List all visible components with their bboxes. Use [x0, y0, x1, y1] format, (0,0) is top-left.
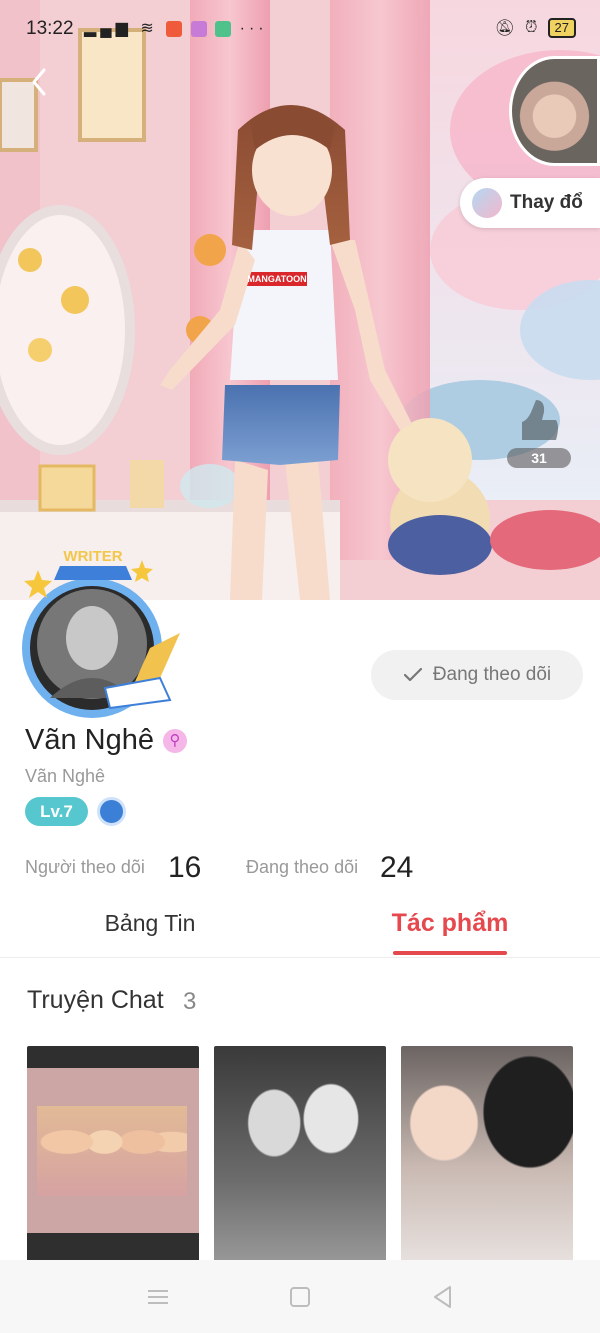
signal-icon: ▂▄▆: [84, 20, 132, 37]
divider: [0, 957, 600, 958]
story-cover: [214, 1046, 386, 1266]
system-navigation-bar: [0, 1260, 600, 1333]
clock: 13:22: [26, 18, 74, 39]
display-name: Vãn Nghê: [25, 724, 154, 756]
battery-indicator: 27: [547, 18, 576, 38]
tab-feed[interactable]: Bảng Tin: [70, 898, 230, 948]
story-cover: [401, 1046, 573, 1266]
app-notification-icon: [166, 20, 183, 37]
more-icon: ···: [239, 20, 268, 37]
writer-badge-text: WRITER: [63, 548, 123, 565]
wifi-icon: ≋: [140, 20, 158, 37]
back-nav-icon[interactable]: [428, 1282, 458, 1312]
home-icon[interactable]: [285, 1282, 315, 1312]
like-count: 31: [507, 448, 571, 468]
following-label[interactable]: Đang theo dõi: [246, 857, 358, 878]
checkmark-icon: [403, 667, 422, 682]
username: Vãn Nghê: [25, 766, 106, 786]
cover-figures: [37, 1106, 187, 1196]
tab-works[interactable]: Tác phẩm: [370, 898, 530, 948]
followers-label[interactable]: Người theo dõi: [25, 857, 145, 878]
mute-icon: 🔕︎: [494, 20, 516, 37]
story-card[interactable]: [401, 1046, 573, 1266]
level-badge: Lv.7: [25, 797, 88, 826]
writer-avatar-frame: [22, 560, 180, 718]
status-bar: 13:22 ▂▄▆ ≋ ··· 🔕︎ ⏰︎ 27: [0, 0, 600, 60]
followers-count[interactable]: 16: [168, 851, 201, 885]
following-status-button[interactable]: Đang theo dõi: [371, 650, 583, 700]
active-tab-indicator: [393, 951, 507, 955]
like-widget[interactable]: 31: [506, 400, 572, 472]
section-count: 3: [183, 988, 197, 1015]
thumbs-up-icon: [506, 400, 572, 444]
story-card[interactable]: [27, 1046, 199, 1266]
character-thumbnail-icon: [472, 188, 502, 218]
app-notification-icon: [190, 20, 207, 37]
following-status-label: Đang theo dõi: [432, 664, 552, 685]
section-title: Truyện Chat: [27, 986, 164, 1014]
character-avatar-preview[interactable]: [509, 56, 600, 166]
menu-icon[interactable]: [143, 1282, 173, 1312]
profile-avatar[interactable]: WRITER: [10, 548, 185, 718]
shirt-logo-text: MANGATOON: [247, 274, 307, 284]
profile-background-illustration: MANGATOON: [0, 0, 600, 600]
change-character-label: Thay đổ: [510, 192, 583, 213]
notification-icons: ▂▄▆ ≋ ···: [84, 18, 268, 38]
writer-badge-icon: [97, 797, 126, 826]
chevron-left-icon: [32, 68, 46, 96]
change-character-button[interactable]: Thay đổ: [460, 178, 600, 228]
app-notification-icon: [215, 20, 232, 37]
background-scene: [0, 0, 600, 600]
following-count[interactable]: 24: [380, 851, 413, 885]
gender-icon: ⚲: [163, 729, 187, 753]
status-right: 🔕︎ ⏰︎ 27: [495, 18, 576, 38]
alarm-icon: ⏰︎: [525, 19, 538, 36]
story-card[interactable]: [214, 1046, 386, 1266]
story-cover: [27, 1046, 199, 1266]
back-button[interactable]: [22, 62, 62, 102]
